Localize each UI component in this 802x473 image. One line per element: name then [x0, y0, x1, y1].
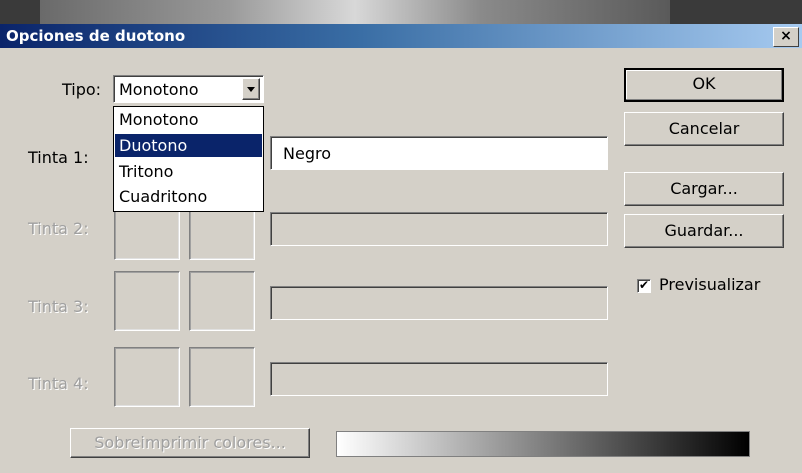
ink3-color-box	[189, 271, 255, 331]
overprint-colors-button[interactable]: Sobreimprimir colores...	[70, 428, 310, 458]
ink1-name-field[interactable]: Negro	[270, 136, 608, 170]
dropdown-arrow-icon	[247, 87, 255, 92]
ink2-label: Tinta 2:	[28, 219, 89, 238]
ok-button-label: OK	[692, 74, 716, 93]
ink2-name-field	[270, 212, 608, 246]
gradient-bar	[336, 431, 750, 457]
load-button-label: Cargar...	[670, 179, 738, 198]
dropdown-option-cuadritono[interactable]: Cuadritono	[115, 185, 262, 208]
tipo-dropdown-list[interactable]: Monotono Duotono Tritono Cuadritono	[113, 106, 264, 212]
ink1-name-value: Negro	[283, 144, 331, 163]
dropdown-option-tritono[interactable]: Tritono	[115, 160, 262, 183]
ink4-name-field	[270, 362, 608, 396]
ink3-label: Tinta 3:	[28, 297, 89, 316]
check-icon: ✔	[638, 278, 650, 292]
cancel-button-label: Cancelar	[668, 119, 740, 138]
ink3-name-field	[270, 286, 608, 320]
ink4-label: Tinta 4:	[28, 374, 89, 393]
save-button[interactable]: Guardar...	[624, 214, 784, 248]
ink4-color-box	[189, 347, 255, 407]
tipo-selected-value: Monotono	[119, 80, 199, 99]
overprint-colors-label: Sobreimprimir colores...	[94, 433, 286, 452]
dropdown-option-monotono[interactable]: Monotono	[115, 108, 262, 131]
ink3-curve-box	[114, 271, 180, 331]
dialog-title: Opciones de duotono	[6, 27, 186, 45]
save-button-label: Guardar...	[664, 221, 744, 240]
ok-button[interactable]: OK	[624, 68, 784, 102]
cancel-button[interactable]: Cancelar	[624, 112, 784, 146]
tipo-label: Tipo:	[62, 80, 102, 99]
dropdown-option-duotono[interactable]: Duotono	[115, 134, 262, 157]
tipo-dropdown-button[interactable]	[242, 78, 260, 100]
close-icon: ×	[780, 28, 792, 44]
load-button[interactable]: Cargar...	[624, 172, 784, 206]
preview-checkbox[interactable]: ✔	[637, 279, 651, 293]
close-button[interactable]: ×	[773, 27, 799, 47]
preview-label[interactable]: Previsualizar	[659, 275, 760, 294]
ink1-label: Tinta 1:	[28, 148, 89, 167]
ink4-curve-box	[114, 347, 180, 407]
tipo-select[interactable]: Monotono	[113, 75, 264, 103]
background-photo	[40, 0, 670, 24]
